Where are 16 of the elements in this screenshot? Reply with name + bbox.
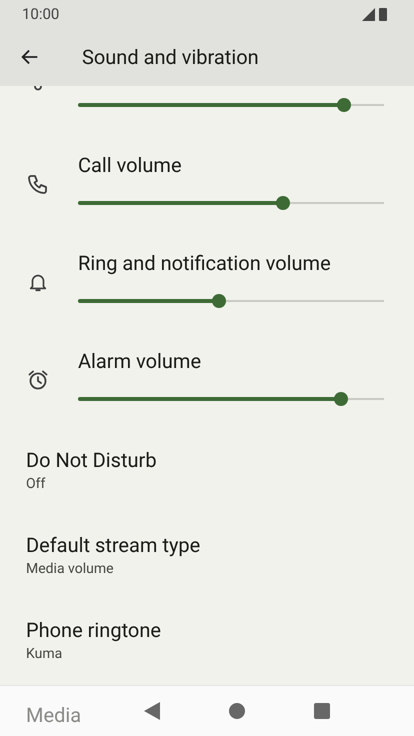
status-time: 10:00 (22, 4, 60, 25)
page-title: Sound and vibration (82, 44, 259, 71)
triangle-icon (144, 702, 160, 720)
setting-title: Ring and notification volume (78, 250, 332, 277)
square-icon (314, 703, 330, 719)
setting-summary: Media volume (26, 560, 114, 579)
setting-summary: Off (26, 475, 46, 494)
setting-title: Alarm volume (78, 348, 202, 375)
setting-title[interactable]: Do Not Disturb (26, 446, 157, 474)
setting-summary: Kuma (26, 645, 62, 664)
setting-title[interactable]: Phone ringtone (26, 616, 161, 644)
circle-icon (228, 703, 245, 719)
setting-title[interactable]: Default stream type (26, 531, 200, 559)
phone-icon (26, 172, 50, 196)
setting-title: Call volume (78, 152, 183, 179)
alarm-clock-icon (26, 368, 50, 392)
